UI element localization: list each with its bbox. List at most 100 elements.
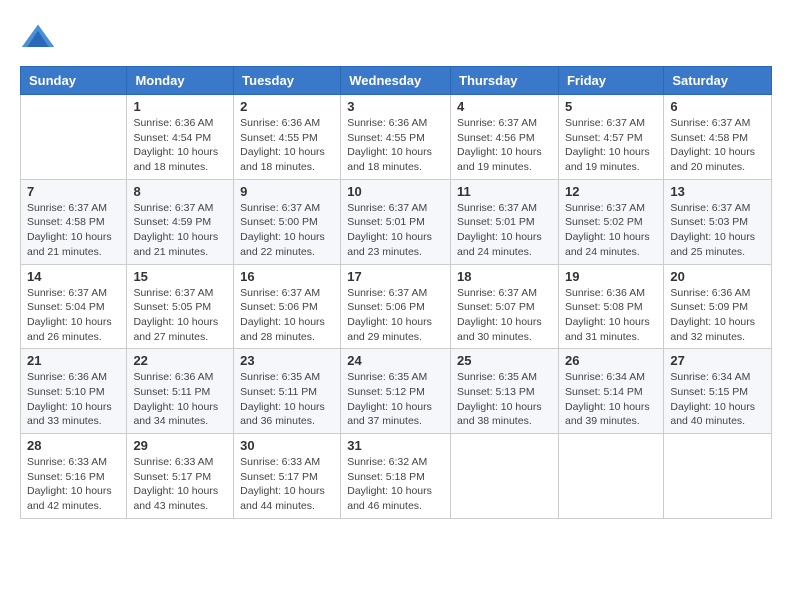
day-info: Sunrise: 6:37 AM Sunset: 4:59 PM Dayligh… (133, 201, 227, 260)
calendar-day-cell: 24 Sunrise: 6:35 AM Sunset: 5:12 PM Dayli… (341, 349, 451, 434)
calendar-week-row: 21 Sunrise: 6:36 AM Sunset: 5:10 PM Dayli… (21, 349, 772, 434)
day-number: 26 (565, 353, 657, 368)
day-info: Sunrise: 6:35 AM Sunset: 5:11 PM Dayligh… (240, 370, 334, 429)
page-header (20, 20, 772, 56)
day-number: 22 (133, 353, 227, 368)
calendar-week-row: 14 Sunrise: 6:37 AM Sunset: 5:04 PM Dayli… (21, 264, 772, 349)
day-number: 1 (133, 99, 227, 114)
calendar-day-header: Tuesday (234, 67, 341, 95)
calendar-day-cell: 26 Sunrise: 6:34 AM Sunset: 5:14 PM Dayli… (558, 349, 663, 434)
day-number: 12 (565, 184, 657, 199)
calendar-day-cell: 21 Sunrise: 6:36 AM Sunset: 5:10 PM Dayli… (21, 349, 127, 434)
day-number: 11 (457, 184, 552, 199)
day-number: 16 (240, 269, 334, 284)
day-info: Sunrise: 6:37 AM Sunset: 5:05 PM Dayligh… (133, 286, 227, 345)
calendar-day-cell: 8 Sunrise: 6:37 AM Sunset: 4:59 PM Daylig… (127, 179, 234, 264)
day-number: 15 (133, 269, 227, 284)
day-info: Sunrise: 6:37 AM Sunset: 5:00 PM Dayligh… (240, 201, 334, 260)
calendar-day-cell: 5Sunrise: 6:37 AM Sunset: 4:57 PM Daylig… (558, 95, 663, 180)
day-info: Sunrise: 6:35 AM Sunset: 5:13 PM Dayligh… (457, 370, 552, 429)
day-number: 25 (457, 353, 552, 368)
day-number: 20 (670, 269, 765, 284)
calendar-day-cell: 16Sunrise: 6:37 AM Sunset: 5:06 PM Dayli… (234, 264, 341, 349)
calendar-week-row: 1Sunrise: 6:36 AM Sunset: 4:54 PM Daylig… (21, 95, 772, 180)
calendar-day-cell: 31 Sunrise: 6:32 AM Sunset: 5:18 PM Dayli… (341, 434, 451, 519)
calendar-day-cell: 29 Sunrise: 6:33 AM Sunset: 5:17 PM Dayli… (127, 434, 234, 519)
day-number: 17 (347, 269, 444, 284)
day-info: Sunrise: 6:37 AM Sunset: 5:01 PM Dayligh… (457, 201, 552, 260)
calendar-day-cell: 14 Sunrise: 6:37 AM Sunset: 5:04 PM Dayli… (21, 264, 127, 349)
day-info: Sunrise: 6:34 AM Sunset: 5:15 PM Dayligh… (670, 370, 765, 429)
calendar-day-header: Saturday (664, 67, 772, 95)
day-info: Sunrise: 6:33 AM Sunset: 5:16 PM Dayligh… (27, 455, 120, 514)
calendar-day-cell (451, 434, 559, 519)
day-info: Sunrise: 6:36 AM Sunset: 4:55 PM Dayligh… (240, 116, 334, 175)
day-info: Sunrise: 6:37 AM Sunset: 4:58 PM Dayligh… (27, 201, 120, 260)
calendar-day-cell (558, 434, 663, 519)
calendar-day-cell: 23 Sunrise: 6:35 AM Sunset: 5:11 PM Dayli… (234, 349, 341, 434)
day-number: 21 (27, 353, 120, 368)
calendar-day-header: Wednesday (341, 67, 451, 95)
logo (20, 20, 60, 56)
day-number: 29 (133, 438, 227, 453)
day-number: 28 (27, 438, 120, 453)
day-info: Sunrise: 6:37 AM Sunset: 5:01 PM Dayligh… (347, 201, 444, 260)
calendar-day-cell: 18 Sunrise: 6:37 AM Sunset: 5:07 PM Dayli… (451, 264, 559, 349)
day-number: 27 (670, 353, 765, 368)
day-number: 14 (27, 269, 120, 284)
calendar-day-cell: 15 Sunrise: 6:37 AM Sunset: 5:05 PM Dayli… (127, 264, 234, 349)
calendar-day-cell: 12 Sunrise: 6:37 AM Sunset: 5:02 PM Dayli… (558, 179, 663, 264)
calendar-day-cell: 9 Sunrise: 6:37 AM Sunset: 5:00 PM Daylig… (234, 179, 341, 264)
calendar-day-cell: 17 Sunrise: 6:37 AM Sunset: 5:06 PM Dayli… (341, 264, 451, 349)
day-info: Sunrise: 6:37 AM Sunset: 5:04 PM Dayligh… (27, 286, 120, 345)
calendar-day-cell: 13Sunrise: 6:37 AM Sunset: 5:03 PM Dayli… (664, 179, 772, 264)
calendar-day-cell: 20 Sunrise: 6:36 AM Sunset: 5:09 PM Dayli… (664, 264, 772, 349)
day-info: Sunrise: 6:36 AM Sunset: 5:09 PM Dayligh… (670, 286, 765, 345)
calendar-day-cell (664, 434, 772, 519)
calendar-day-cell: 3 Sunrise: 6:36 AM Sunset: 4:55 PM Daylig… (341, 95, 451, 180)
calendar-day-cell: 11 Sunrise: 6:37 AM Sunset: 5:01 PM Dayli… (451, 179, 559, 264)
day-info: Sunrise: 6:36 AM Sunset: 5:11 PM Dayligh… (133, 370, 227, 429)
day-info: Sunrise: 6:36 AM Sunset: 4:55 PM Dayligh… (347, 116, 444, 175)
calendar-day-header: Monday (127, 67, 234, 95)
day-info: Sunrise: 6:36 AM Sunset: 5:08 PM Dayligh… (565, 286, 657, 345)
day-info: Sunrise: 6:35 AM Sunset: 5:12 PM Dayligh… (347, 370, 444, 429)
calendar-table: SundayMondayTuesdayWednesdayThursdayFrid… (20, 66, 772, 519)
day-number: 2 (240, 99, 334, 114)
calendar-week-row: 7Sunrise: 6:37 AM Sunset: 4:58 PM Daylig… (21, 179, 772, 264)
calendar-day-cell: 10 Sunrise: 6:37 AM Sunset: 5:01 PM Dayli… (341, 179, 451, 264)
day-number: 30 (240, 438, 334, 453)
day-number: 10 (347, 184, 444, 199)
day-number: 6 (670, 99, 765, 114)
calendar-day-cell: 22 Sunrise: 6:36 AM Sunset: 5:11 PM Dayli… (127, 349, 234, 434)
day-number: 3 (347, 99, 444, 114)
day-info: Sunrise: 6:36 AM Sunset: 5:10 PM Dayligh… (27, 370, 120, 429)
calendar-day-cell: 30 Sunrise: 6:33 AM Sunset: 5:17 PM Dayli… (234, 434, 341, 519)
calendar-day-cell: 27 Sunrise: 6:34 AM Sunset: 5:15 PM Dayli… (664, 349, 772, 434)
calendar-week-row: 28 Sunrise: 6:33 AM Sunset: 5:16 PM Dayli… (21, 434, 772, 519)
day-info: Sunrise: 6:37 AM Sunset: 4:56 PM Dayligh… (457, 116, 552, 175)
day-info: Sunrise: 6:32 AM Sunset: 5:18 PM Dayligh… (347, 455, 444, 514)
day-number: 24 (347, 353, 444, 368)
day-number: 4 (457, 99, 552, 114)
day-info: Sunrise: 6:33 AM Sunset: 5:17 PM Dayligh… (133, 455, 227, 514)
calendar-header-row: SundayMondayTuesdayWednesdayThursdayFrid… (21, 67, 772, 95)
day-number: 18 (457, 269, 552, 284)
day-info: Sunrise: 6:37 AM Sunset: 5:07 PM Dayligh… (457, 286, 552, 345)
day-info: Sunrise: 6:33 AM Sunset: 5:17 PM Dayligh… (240, 455, 334, 514)
day-info: Sunrise: 6:37 AM Sunset: 4:58 PM Dayligh… (670, 116, 765, 175)
day-number: 23 (240, 353, 334, 368)
day-info: Sunrise: 6:34 AM Sunset: 5:14 PM Dayligh… (565, 370, 657, 429)
day-info: Sunrise: 6:37 AM Sunset: 5:06 PM Dayligh… (347, 286, 444, 345)
day-number: 8 (133, 184, 227, 199)
day-number: 5 (565, 99, 657, 114)
calendar-day-cell: 7Sunrise: 6:37 AM Sunset: 4:58 PM Daylig… (21, 179, 127, 264)
calendar-day-header: Sunday (21, 67, 127, 95)
day-number: 13 (670, 184, 765, 199)
day-info: Sunrise: 6:37 AM Sunset: 5:02 PM Dayligh… (565, 201, 657, 260)
calendar-day-cell: 6 Sunrise: 6:37 AM Sunset: 4:58 PM Daylig… (664, 95, 772, 180)
logo-icon (20, 20, 56, 56)
calendar-day-header: Thursday (451, 67, 559, 95)
day-number: 31 (347, 438, 444, 453)
day-number: 9 (240, 184, 334, 199)
